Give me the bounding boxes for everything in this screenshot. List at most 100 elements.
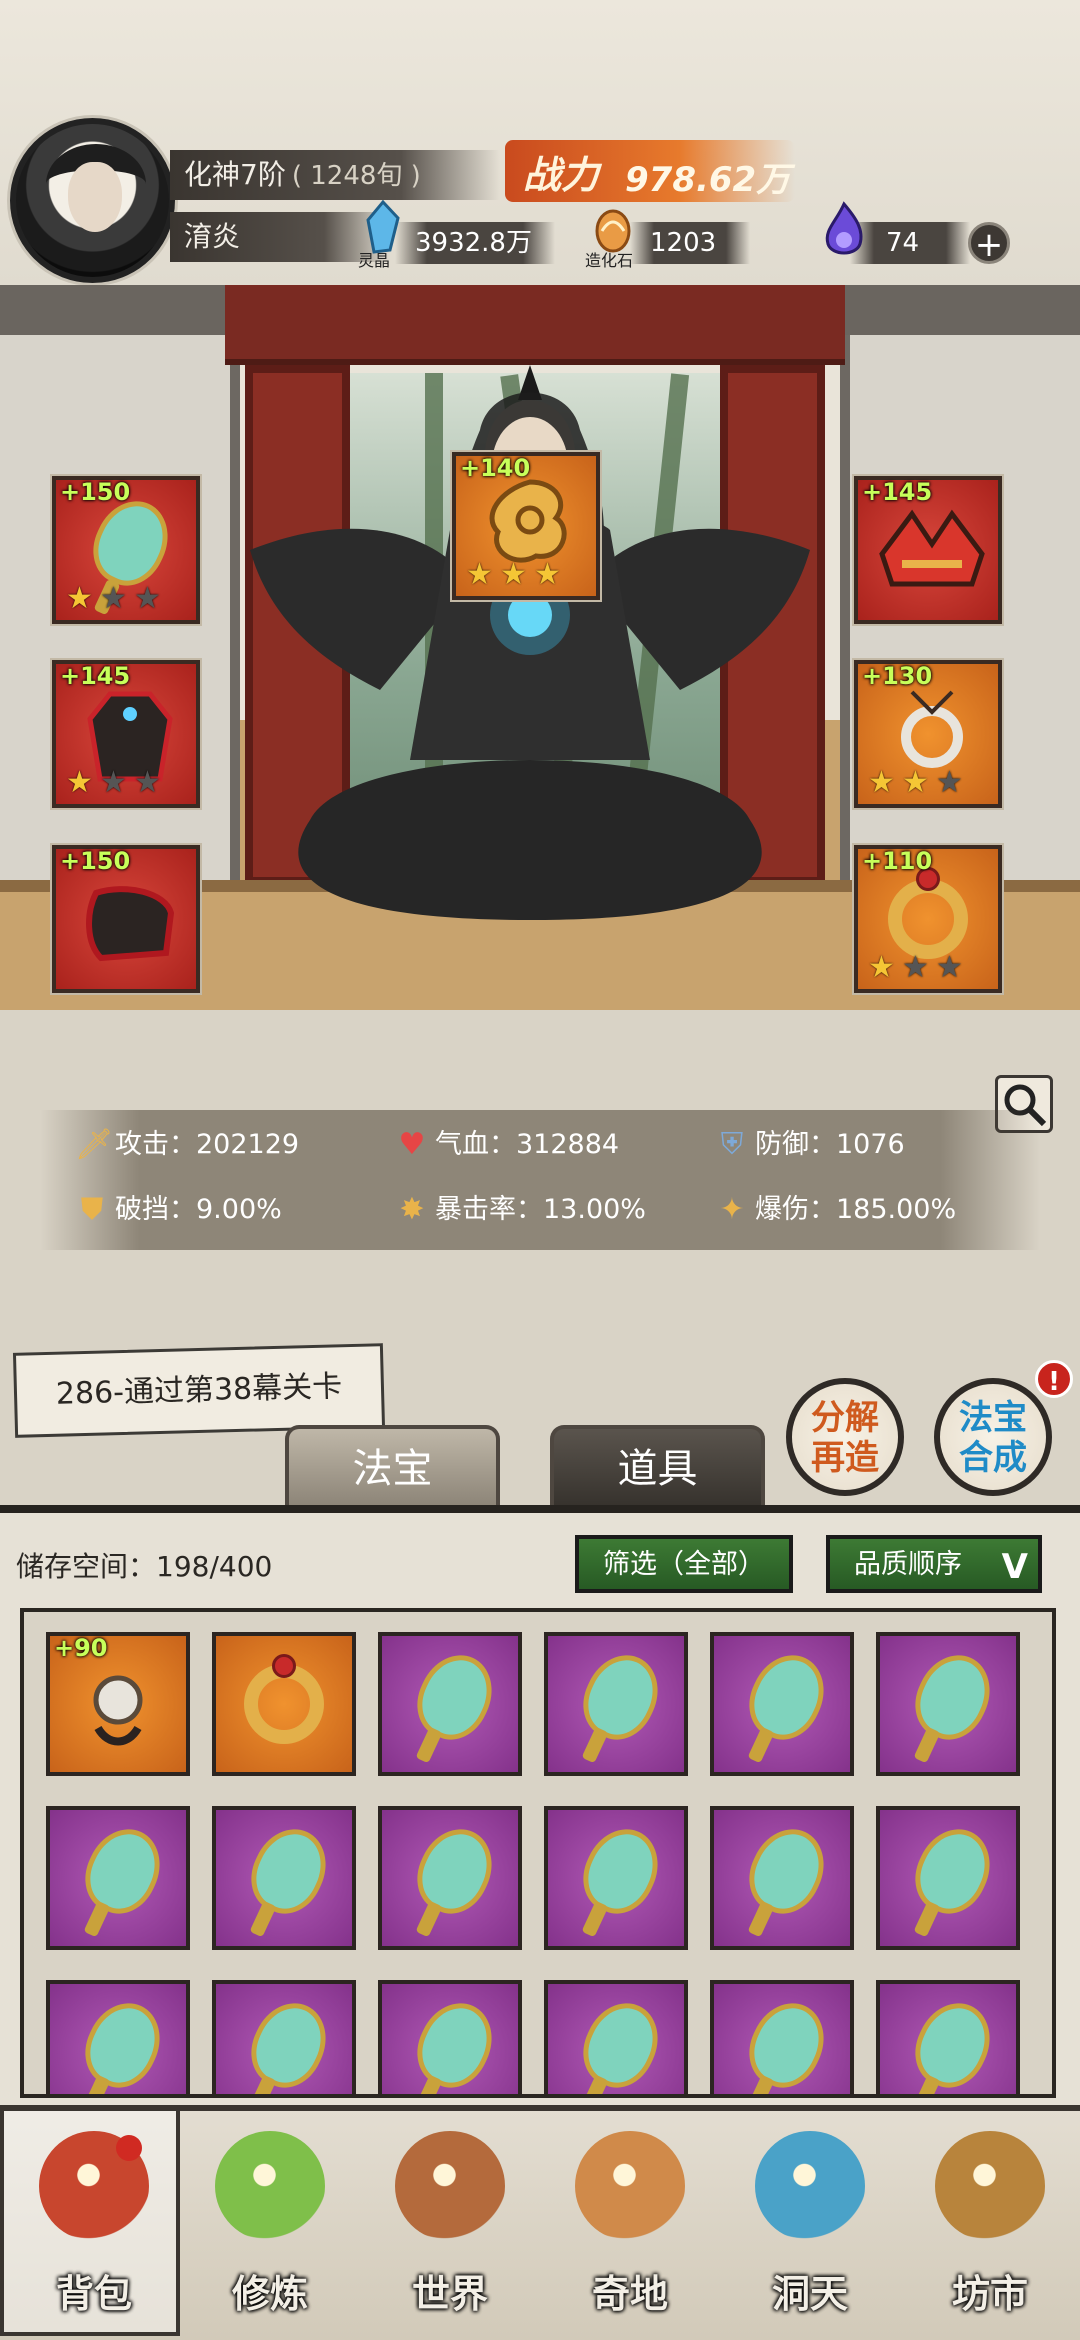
fan-handle xyxy=(83,2074,111,2094)
sort-dropdown[interactable]: 品质顺序 V xyxy=(826,1535,1042,1593)
nav-item-0[interactable]: 背包 xyxy=(0,2111,180,2336)
crit-rate-value: 暴击率：13.00% xyxy=(435,1194,646,1225)
enhance-level: +90 xyxy=(54,1634,108,1662)
inventory-item[interactable] xyxy=(378,1632,522,1776)
fan-handle xyxy=(415,1900,443,1938)
inventory-item[interactable] xyxy=(46,1806,190,1950)
star-icon: ★ xyxy=(466,557,493,592)
jade-fan-icon xyxy=(903,1991,1003,2094)
inventory-item[interactable] xyxy=(212,1632,356,1776)
fan-handle xyxy=(747,2074,775,2094)
nav-item-5[interactable]: 坊市 xyxy=(900,2111,1080,2336)
jade-fan-icon xyxy=(73,1991,173,2094)
inventory-item[interactable] xyxy=(876,1806,1020,1950)
star-rating: ★ ★ ★ xyxy=(868,768,966,798)
sort-label: 品质顺序 xyxy=(854,1549,962,1580)
inventory-item[interactable] xyxy=(710,1980,854,2094)
inventory-item[interactable] xyxy=(378,1980,522,2094)
fan-handle xyxy=(581,1726,609,1764)
treasure-synthesis-button[interactable]: 法宝 合成 xyxy=(934,1378,1052,1496)
defense-value: 防御：1076 xyxy=(755,1129,905,1160)
heart-icon: ♥ xyxy=(398,1127,426,1162)
spirit-crystal-label: 灵晶 xyxy=(358,251,391,270)
inventory-item[interactable] xyxy=(378,1806,522,1950)
inventory-item[interactable]: +90 xyxy=(46,1632,190,1776)
inventory-item[interactable] xyxy=(544,1806,688,1950)
jade-fan-icon xyxy=(73,1817,173,1925)
inventory-item[interactable] xyxy=(46,1980,190,2094)
creation-stone-counter: 1203 xyxy=(630,222,750,264)
inventory-item[interactable] xyxy=(710,1632,854,1776)
bottom-navigation: 背包 修炼 世界 奇地 洞天 坊市 xyxy=(0,2105,1080,2340)
pendant-icon xyxy=(901,690,963,768)
equip-slot-weapon[interactable]: +150 ★ ★ ★ xyxy=(52,476,200,624)
equip-slot-ring[interactable]: +110 ★ ★ ★ xyxy=(854,845,1002,993)
inventory-item[interactable] xyxy=(544,1980,688,2094)
jade-fan-icon xyxy=(239,1991,339,2094)
inventory-grid: +90 xyxy=(46,1632,1026,2094)
storage-capacity: 储存空间：198/400 xyxy=(16,1550,273,1583)
spirit-crystal-value: 3932.8万 xyxy=(415,228,532,258)
inventory-item[interactable] xyxy=(212,1980,356,2094)
star-icon: ★ xyxy=(66,581,93,616)
notification-dot xyxy=(116,2135,142,2161)
decompose-label-line1: 分解 xyxy=(811,1398,879,1438)
decompose-label-line2: 再造 xyxy=(811,1438,879,1478)
equip-slot-boots[interactable]: +150 xyxy=(52,845,200,993)
combat-power-label: 战力 xyxy=(523,153,600,197)
star-icon: ★ xyxy=(66,765,93,800)
add-resource-button[interactable]: + xyxy=(968,222,1010,265)
chevron-down-icon: V xyxy=(1001,1547,1028,1587)
equip-slot-robe[interactable]: +145 ★ ★ ★ xyxy=(52,660,200,808)
fan-handle xyxy=(913,1900,941,1938)
equip-slot-talisman[interactable]: +140 ★ ★ ★ xyxy=(452,452,600,600)
nav-item-4[interactable]: 洞天 xyxy=(720,2111,900,2336)
player-avatar[interactable] xyxy=(10,118,175,283)
fan-handle xyxy=(913,2074,941,2094)
nav-label: 修炼 xyxy=(231,2272,308,2316)
creation-stone-label: 造化石 xyxy=(585,251,634,270)
enhance-level: +145 xyxy=(862,478,933,506)
inventory-item[interactable] xyxy=(544,1632,688,1776)
ring-icon xyxy=(888,879,968,959)
nav-item-1[interactable]: 修炼 xyxy=(180,2111,360,2336)
inventory-grid-frame: +90 xyxy=(20,1608,1056,2098)
fan-handle xyxy=(913,1726,941,1764)
stats-panel: 🗡 攻击：202129 ♥ 气血：312884 ⛨ 防御：1076 ⛊ 破挡：9.00%… xyxy=(40,1110,1040,1250)
fan-handle xyxy=(83,1900,111,1938)
inventory-item[interactable] xyxy=(710,1806,854,1950)
jade-fan-icon xyxy=(903,1817,1003,1925)
portal-icon xyxy=(755,2131,865,2241)
inventory-scrollbar[interactable] xyxy=(1052,1632,1056,2072)
creation-stone-value: 1203 xyxy=(650,228,717,258)
equip-slot-crown[interactable]: +145 xyxy=(854,476,1002,624)
realm-label: 化神7阶 xyxy=(184,158,286,191)
synthesis-label-line1: 法宝 xyxy=(959,1398,1027,1438)
avatar-face xyxy=(68,162,122,232)
star-icon: ★ xyxy=(902,765,929,800)
tab-treasure[interactable]: 法宝 xyxy=(285,1425,500,1507)
combat-power-banner: 战力 978.62万 xyxy=(505,140,795,202)
crit-icon: ✸ xyxy=(399,1192,425,1227)
enhance-level: +140 xyxy=(460,454,531,482)
inventory-panel: 储存空间：198/400 筛选（全部） 品质顺序 V +90 xyxy=(0,1505,1080,2105)
inventory-item[interactable] xyxy=(876,1980,1020,2094)
stage-progress-banner[interactable]: 286-通过第38幕关卡 xyxy=(12,1343,386,1438)
nav-item-3[interactable]: 奇地 xyxy=(540,2111,720,2336)
combat-power-value: 978.62万 xyxy=(625,160,791,200)
block-break-value: 破挡：9.00% xyxy=(115,1194,282,1225)
inventory-item[interactable] xyxy=(876,1632,1020,1776)
nav-item-2[interactable]: 世界 xyxy=(360,2111,540,2336)
filter-dropdown[interactable]: 筛选（全部） xyxy=(575,1535,793,1593)
tab-items[interactable]: 道具 xyxy=(550,1425,765,1507)
fan-handle xyxy=(581,2074,609,2094)
nav-label: 背包 xyxy=(55,2272,132,2316)
inventory-item[interactable] xyxy=(212,1806,356,1950)
purple-flame-value: 74 xyxy=(886,228,920,258)
enhance-level: +145 xyxy=(60,662,131,690)
fan-handle xyxy=(249,2074,277,2094)
equip-slot-pendant[interactable]: +130 ★ ★ ★ xyxy=(854,660,1002,808)
hp-stat: ♥ 气血：312884 xyxy=(395,1125,620,1165)
decompose-remake-button[interactable]: 分解 再造 xyxy=(786,1378,904,1496)
jade-fan-icon xyxy=(737,1991,837,2094)
